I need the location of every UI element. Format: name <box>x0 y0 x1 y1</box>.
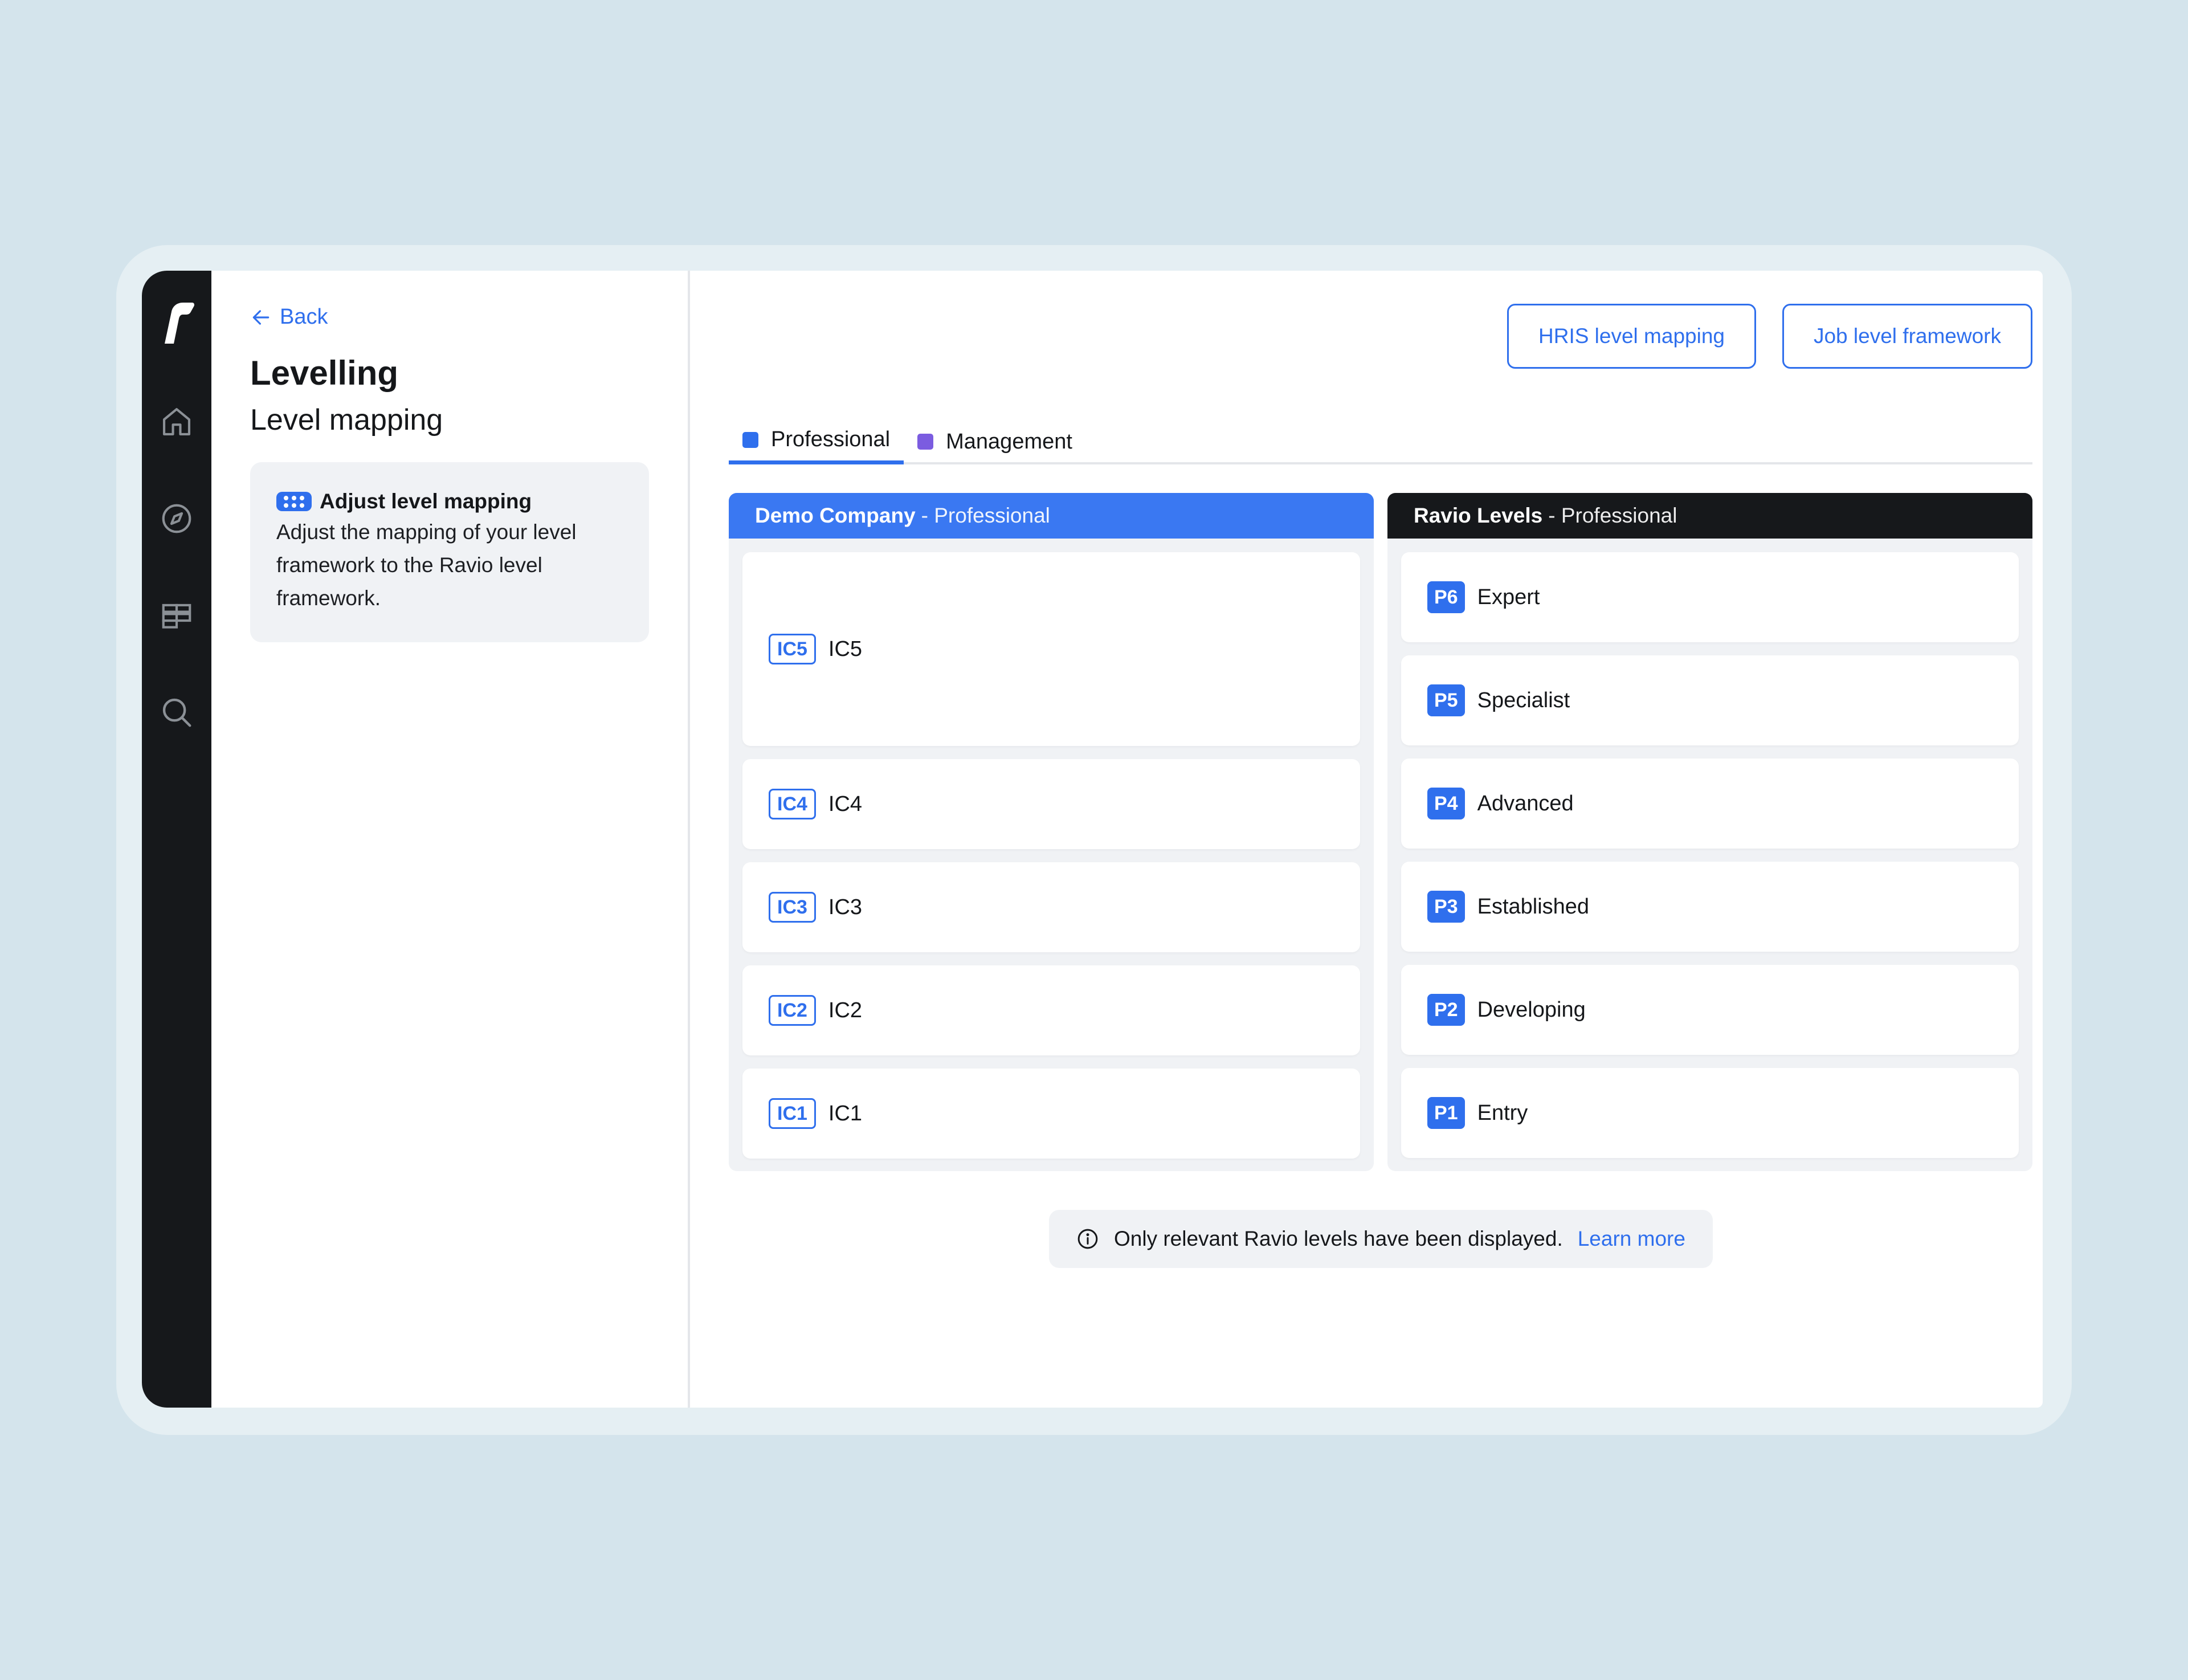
level-label: Expert <box>1477 585 1540 609</box>
professional-color-icon <box>742 431 758 448</box>
level-label: Specialist <box>1477 688 1570 712</box>
page-title: Levelling <box>250 354 399 392</box>
level-label: IC3 <box>828 895 863 919</box>
level-tag: IC1 <box>769 1098 816 1129</box>
job-level-framework-button[interactable]: Job level framework <box>1782 304 2032 369</box>
ravio-track: - Professional <box>1548 504 1677 527</box>
company-level-card[interactable]: IC3 IC3 <box>742 862 1360 952</box>
nav-rail <box>142 271 211 1408</box>
level-label: Developing <box>1477 997 1586 1022</box>
info-card-title: Adjust level mapping <box>320 490 532 513</box>
level-label: IC5 <box>828 637 863 661</box>
company-name: Demo Company <box>755 504 916 527</box>
compass-icon[interactable] <box>158 500 195 537</box>
track-tabs: Professional Management <box>729 419 2032 464</box>
search-icon[interactable] <box>158 694 195 731</box>
level-label: IC2 <box>828 998 863 1022</box>
level-label: IC4 <box>828 792 863 816</box>
hris-level-mapping-button[interactable]: HRIS level mapping <box>1507 304 1756 369</box>
level-label: IC1 <box>828 1101 863 1126</box>
back-link[interactable]: Back <box>250 305 649 329</box>
level-tag: P2 <box>1427 994 1465 1026</box>
ravio-level-card[interactable]: P2 Developing <box>1401 965 2019 1055</box>
company-level-card[interactable]: IC5 IC5 <box>742 552 1360 746</box>
level-label: Advanced <box>1477 791 1574 815</box>
company-level-card[interactable]: IC1 IC1 <box>742 1069 1360 1159</box>
ravio-column-header: Ravio Levels - Professional <box>1387 493 2032 539</box>
management-color-icon <box>917 434 934 450</box>
ravio-level-card[interactable]: P5 Specialist <box>1401 655 2019 745</box>
main-content: HRIS level mapping Job level framework P… <box>690 271 2043 1408</box>
level-tag: P6 <box>1427 581 1465 613</box>
level-tag: P1 <box>1427 1097 1465 1129</box>
tab-management-label: Management <box>946 429 1072 454</box>
level-tag: IC3 <box>769 892 816 923</box>
ravio-level-card[interactable]: P1 Entry <box>1401 1068 2019 1158</box>
mapping-columns: Demo Company - Professional IC5 IC5 IC4 … <box>729 493 2032 1171</box>
level-label: Established <box>1477 894 1590 919</box>
info-card: Adjust level mapping Adjust the mapping … <box>250 462 649 642</box>
ravio-name: Ravio Levels <box>1414 504 1543 527</box>
company-level-card[interactable]: IC4 IC4 <box>742 759 1360 849</box>
info-icon <box>1077 1229 1098 1249</box>
toolbar: HRIS level mapping Job level framework <box>1507 304 2032 369</box>
level-label: Entry <box>1477 1100 1528 1125</box>
info-card-body: Adjust the mapping of your level framewo… <box>276 520 577 610</box>
level-tag: P5 <box>1427 684 1465 716</box>
ravio-level-card[interactable]: P4 Advanced <box>1401 759 2019 849</box>
company-track: - Professional <box>921 504 1050 527</box>
tab-professional[interactable]: Professional <box>729 419 904 464</box>
arrow-left-icon <box>252 309 270 325</box>
page-subtitle: Level mapping <box>250 403 443 437</box>
notice-text: Only relevant Ravio levels have been dis… <box>1114 1227 1563 1250</box>
level-tag: IC2 <box>769 995 816 1026</box>
level-tag: IC5 <box>769 634 816 664</box>
learn-more-link[interactable]: Learn more <box>1578 1227 1685 1251</box>
company-levels-column: Demo Company - Professional IC5 IC5 IC4 … <box>729 493 1374 1171</box>
level-tag: IC4 <box>769 789 816 819</box>
app-window: Back Levelling Level mapping Adjust leve… <box>142 271 2043 1408</box>
grid-dots-icon <box>276 492 312 511</box>
back-label: Back <box>280 305 328 329</box>
layers-icon[interactable] <box>158 597 195 634</box>
level-tag: P3 <box>1427 891 1465 923</box>
tab-management[interactable]: Management <box>904 419 1086 464</box>
ravio-levels-column: Ravio Levels - Professional P6 Expert P5… <box>1387 493 2032 1171</box>
ravio-logo[interactable] <box>157 298 197 347</box>
ravio-level-card[interactable]: P6 Expert <box>1401 552 2019 642</box>
company-column-header: Demo Company - Professional <box>729 493 1374 539</box>
tab-professional-label: Professional <box>771 427 891 451</box>
ravio-level-card[interactable]: P3 Established <box>1401 862 2019 952</box>
home-icon[interactable] <box>158 403 195 441</box>
side-panel: Back Levelling Level mapping Adjust leve… <box>211 271 690 1408</box>
company-level-card[interactable]: IC2 IC2 <box>742 965 1360 1055</box>
info-notice: Only relevant Ravio levels have been dis… <box>1049 1210 1713 1268</box>
level-tag: P4 <box>1427 788 1465 819</box>
